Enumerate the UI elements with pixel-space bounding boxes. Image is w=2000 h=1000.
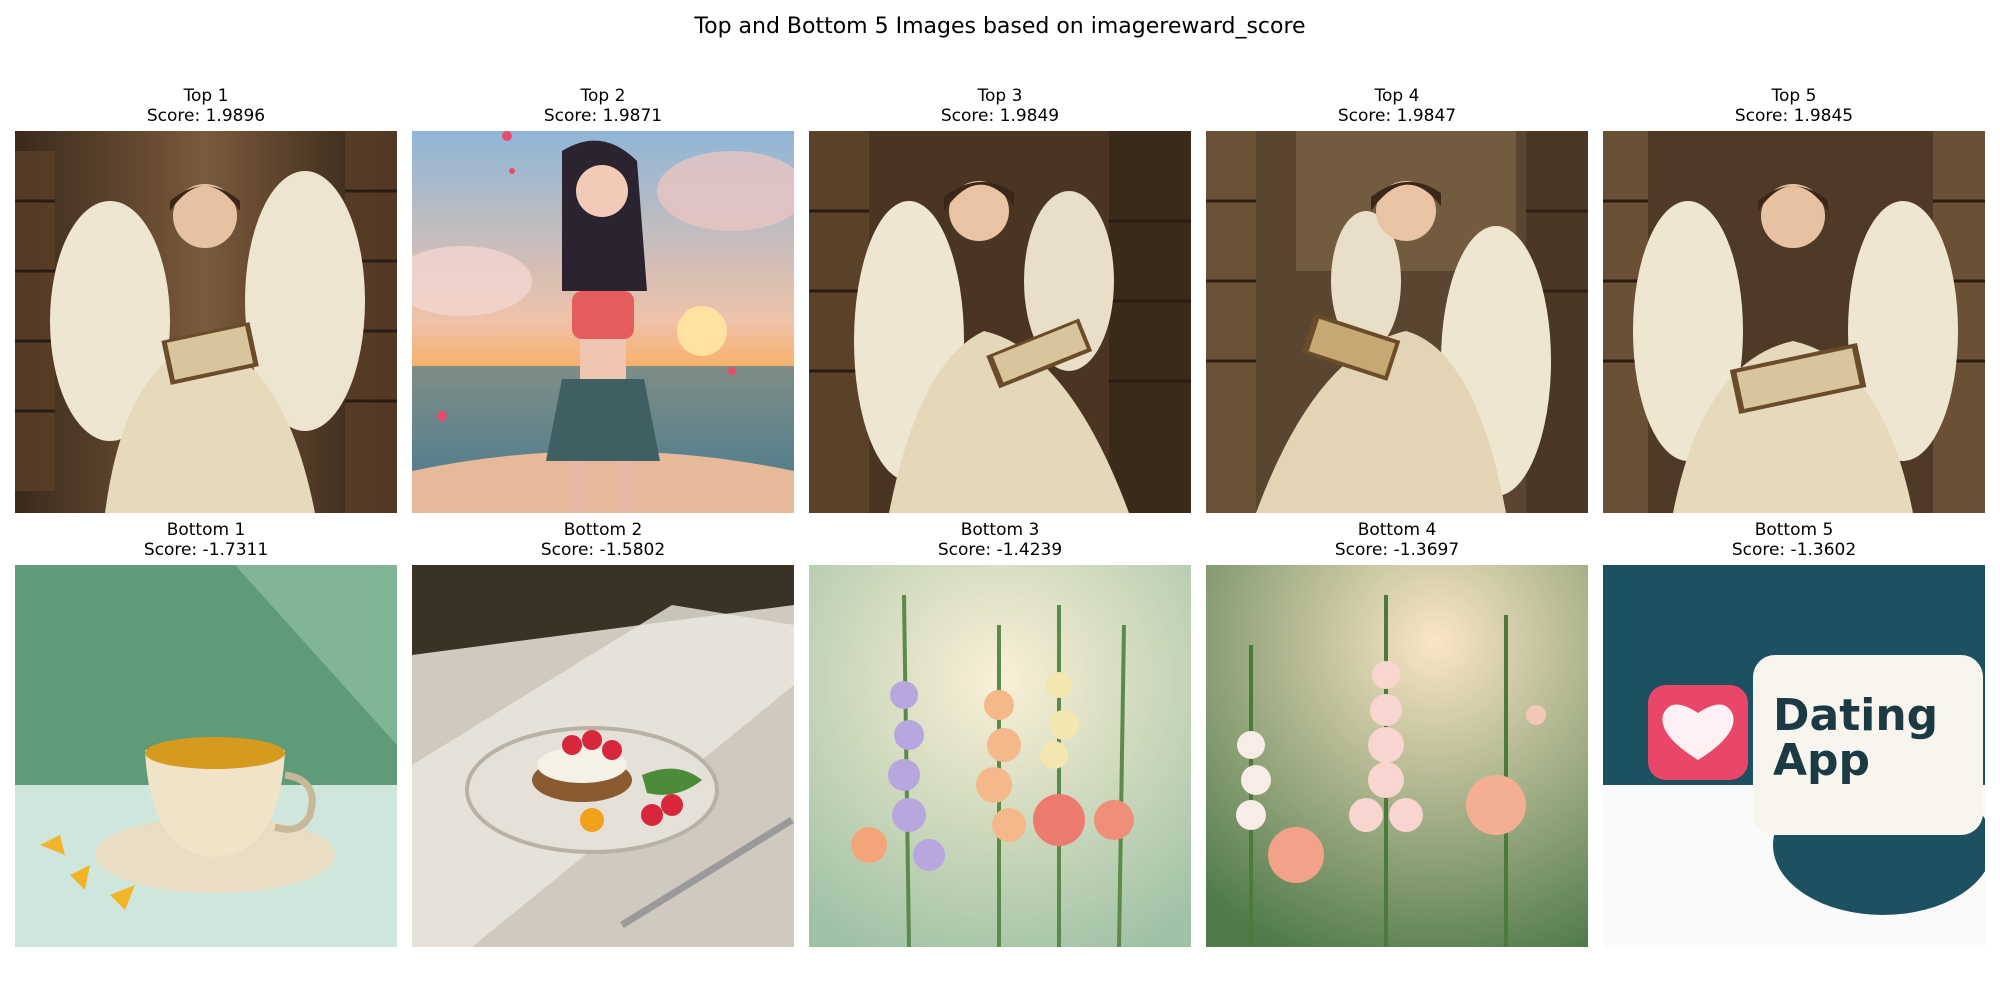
caption: Bottom 3 Score: -1.4239 — [809, 520, 1191, 560]
caption-label: Bottom 4 — [1357, 520, 1437, 540]
logo-text-line2: App — [1773, 735, 1870, 786]
flowers-image — [1206, 565, 1588, 947]
caption: Top 1 Score: 1.9896 — [15, 86, 397, 126]
breakfast-plate-image — [412, 565, 794, 947]
caption-score: Score: 1.9847 — [1337, 106, 1457, 126]
caption-score: Score: 1.9849 — [940, 106, 1060, 126]
caption-label: Bottom 5 — [1754, 520, 1834, 540]
caption: Bottom 1 Score: -1.7311 — [15, 520, 397, 560]
caption-label: Top 3 — [977, 86, 1023, 106]
caption-label: Bottom 1 — [166, 520, 246, 540]
caption-label: Top 1 — [183, 86, 229, 106]
caption: Bottom 5 Score: -1.3602 — [1603, 520, 1985, 560]
caption: Top 5 Score: 1.9845 — [1603, 86, 1985, 126]
figure-title: Top and Bottom 5 Images based on imagere… — [694, 14, 1306, 39]
caption-label: Top 5 — [1771, 86, 1817, 106]
caption-label: Top 4 — [1374, 86, 1420, 106]
dating-app-logo-image: Dating App — [1603, 565, 1985, 947]
caption: Bottom 4 Score: -1.3697 — [1206, 520, 1588, 560]
caption: Bottom 2 Score: -1.5802 — [412, 520, 794, 560]
angel-reading-image — [809, 131, 1191, 513]
beach-girl-image — [412, 131, 794, 513]
logo-text-line1: Dating — [1773, 690, 1938, 741]
caption-score: Score: 1.9871 — [543, 106, 663, 126]
caption-score: Score: -1.3602 — [1731, 540, 1857, 560]
caption-label: Bottom 3 — [960, 520, 1040, 540]
caption-score: Score: -1.4239 — [937, 540, 1063, 560]
caption-score: Score: -1.7311 — [143, 540, 269, 560]
angel-reading-image — [15, 131, 397, 513]
caption: Top 2 Score: 1.9871 — [412, 86, 794, 126]
caption-score: Score: 1.9845 — [1734, 106, 1854, 126]
caption-score: Score: -1.3697 — [1334, 540, 1460, 560]
angel-reading-image — [1206, 131, 1588, 513]
flowers-image — [809, 565, 1191, 947]
caption-score: Score: -1.5802 — [540, 540, 666, 560]
caption: Top 4 Score: 1.9847 — [1206, 86, 1588, 126]
caption-score: Score: 1.9896 — [146, 106, 266, 126]
caption-label: Top 2 — [580, 86, 626, 106]
caption: Top 3 Score: 1.9849 — [809, 86, 1191, 126]
tea-cup-image — [15, 565, 397, 947]
caption-label: Bottom 2 — [563, 520, 643, 540]
angel-reading-image — [1603, 131, 1985, 513]
